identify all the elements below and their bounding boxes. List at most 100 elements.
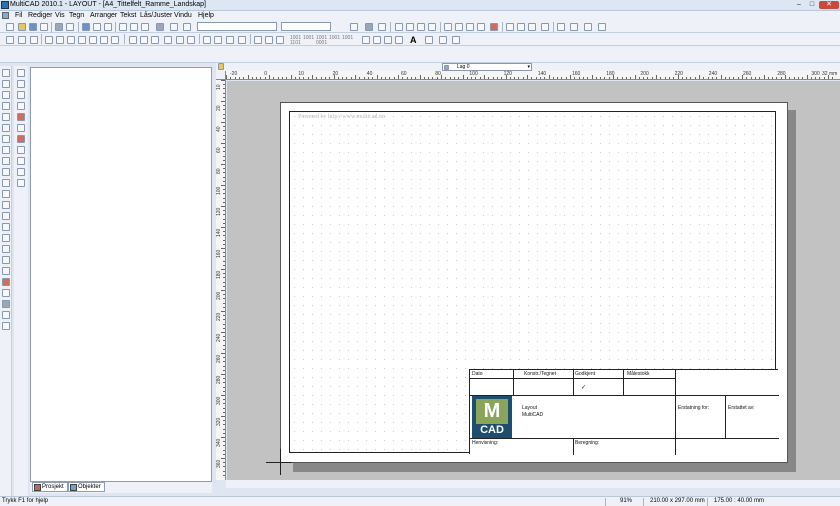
tab-objekter[interactable]: Objekter	[68, 482, 105, 492]
snap-icon[interactable]	[395, 23, 403, 31]
node-square-icon[interactable]	[17, 157, 25, 165]
close-button[interactable]: ✕	[819, 1, 839, 9]
text-tool-icon[interactable]: A	[410, 35, 417, 45]
pan-icon[interactable]	[490, 23, 498, 31]
circle-center-icon[interactable]	[203, 36, 211, 44]
tab-prosjekt[interactable]: Prosjekt	[32, 482, 68, 492]
style-combo[interactable]	[197, 22, 277, 31]
snap-label-7[interactable]: 1001	[342, 35, 353, 41]
undo-icon[interactable]	[82, 23, 90, 31]
dimension-icon[interactable]	[254, 36, 262, 44]
open-file-icon[interactable]	[18, 23, 26, 31]
layer-icon[interactable]	[170, 23, 178, 31]
cross-icon[interactable]	[17, 91, 25, 99]
box-select-icon[interactable]	[17, 69, 25, 77]
new-file-icon[interactable]	[6, 23, 14, 31]
layer-select[interactable]: Lag 0 ▾	[442, 63, 532, 71]
grid-icon[interactable]	[183, 23, 191, 31]
render-icon[interactable]	[517, 23, 525, 31]
align2-icon[interactable]	[373, 36, 381, 44]
light-icon[interactable]	[598, 23, 606, 31]
arc2-icon[interactable]	[176, 36, 184, 44]
snap-label-5[interactable]: 1001	[329, 35, 340, 41]
circle-tan-icon[interactable]	[226, 36, 234, 44]
copy-shape-icon[interactable]	[17, 168, 25, 176]
square-icon[interactable]	[17, 146, 25, 154]
measure-icon[interactable]	[528, 23, 536, 31]
diamond6-icon[interactable]	[100, 36, 108, 44]
node-tool-icon[interactable]	[2, 80, 10, 88]
align3-icon[interactable]	[384, 36, 392, 44]
bulb-icon[interactable]	[439, 36, 447, 44]
join-tool-icon[interactable]	[2, 267, 10, 275]
ortho-icon[interactable]	[417, 23, 425, 31]
bezier-icon[interactable]	[187, 36, 195, 44]
cut-icon[interactable]	[119, 23, 127, 31]
circle-tool-icon[interactable]	[2, 124, 10, 132]
curve-tool-icon[interactable]	[2, 146, 10, 154]
paper-sheet[interactable]: Powered by http://www.multicad.no Dato K…	[280, 102, 788, 463]
mirror-tool-icon[interactable]	[2, 212, 10, 220]
zoom-window-icon[interactable]	[466, 23, 474, 31]
flag-icon[interactable]	[452, 36, 460, 44]
scale-tool-icon[interactable]	[2, 234, 10, 242]
arc-icon[interactable]	[164, 36, 172, 44]
rect-tool-icon[interactable]	[2, 113, 10, 121]
hatch-icon[interactable]	[425, 36, 433, 44]
polygon-icon[interactable]	[140, 36, 148, 44]
hand-tool-icon[interactable]	[365, 23, 373, 31]
array-tool-icon[interactable]	[2, 223, 10, 231]
menu-vis[interactable]: Vis	[55, 12, 65, 19]
print-icon[interactable]	[55, 23, 63, 31]
save-as-icon[interactable]	[40, 23, 48, 31]
rotate-icon[interactable]	[30, 36, 38, 44]
break-tool-icon[interactable]	[2, 256, 10, 264]
bulb-icon[interactable]	[218, 63, 224, 70]
shade-dark-icon[interactable]	[570, 23, 578, 31]
shade-icon[interactable]	[557, 23, 565, 31]
arrow-tool-icon[interactable]	[6, 36, 14, 44]
eyedropper-tool-icon[interactable]	[2, 311, 10, 319]
mark-red-icon[interactable]	[17, 135, 25, 143]
angle-icon[interactable]	[428, 23, 436, 31]
print-setup-icon[interactable]	[378, 23, 386, 31]
diamond7-icon[interactable]	[111, 36, 119, 44]
chamfer-tool-icon[interactable]	[2, 168, 10, 176]
menu-tekst[interactable]: Tekst	[120, 12, 136, 19]
menu-arranger[interactable]: Arranger	[90, 12, 117, 19]
diamond3-icon[interactable]	[67, 36, 75, 44]
properties-icon[interactable]	[156, 23, 164, 31]
title-block[interactable]: Dato Konstr./Tegnet Godkjent Målestokk ✓…	[469, 369, 779, 455]
erase-tool-icon[interactable]	[2, 278, 10, 286]
pointer-icon[interactable]	[350, 23, 358, 31]
ellipse-icon[interactable]	[238, 36, 246, 44]
menu-hjelp[interactable]: Hjelp	[198, 12, 214, 19]
circle-3p-icon[interactable]	[214, 36, 222, 44]
diamond-icon[interactable]	[45, 36, 53, 44]
view-3d-icon[interactable]	[506, 23, 514, 31]
diamond5-icon[interactable]	[89, 36, 97, 44]
explode-tool-icon[interactable]	[2, 289, 10, 297]
drawing-frame[interactable]: Powered by http://www.multicad.no Dato K…	[289, 111, 779, 455]
horizontal-ruler[interactable]: -20 0 10 20 40 60 80 100 120 140 160 180 200 220 240 26…	[226, 71, 840, 80]
move-icon[interactable]	[18, 36, 26, 44]
zoom-all-icon[interactable]	[477, 23, 485, 31]
save-icon[interactable]	[29, 23, 37, 31]
dimension2-icon[interactable]	[265, 36, 273, 44]
point-red-icon[interactable]	[17, 113, 25, 121]
extend-tool-icon[interactable]	[2, 190, 10, 198]
document-icon[interactable]	[2, 12, 9, 19]
nodes-icon[interactable]	[17, 80, 25, 88]
snap-label-3[interactable]: 1001	[303, 35, 314, 41]
vertical-ruler[interactable]: 10 20 40 60 80 100 120 140 160 180 200 220 240 260 280…	[216, 80, 226, 480]
paste-icon[interactable]	[141, 23, 149, 31]
menu-vindu[interactable]: Vindu	[174, 12, 192, 19]
select-tool-icon[interactable]	[2, 69, 10, 77]
xnode-icon[interactable]	[17, 102, 25, 110]
dimension3-icon[interactable]	[276, 36, 284, 44]
rectangle-icon[interactable]	[129, 36, 137, 44]
line-tool-icon[interactable]	[2, 91, 10, 99]
sphere-icon[interactable]	[584, 23, 592, 31]
align-icon[interactable]	[362, 36, 370, 44]
horizontal-scrollbar[interactable]	[226, 480, 840, 488]
